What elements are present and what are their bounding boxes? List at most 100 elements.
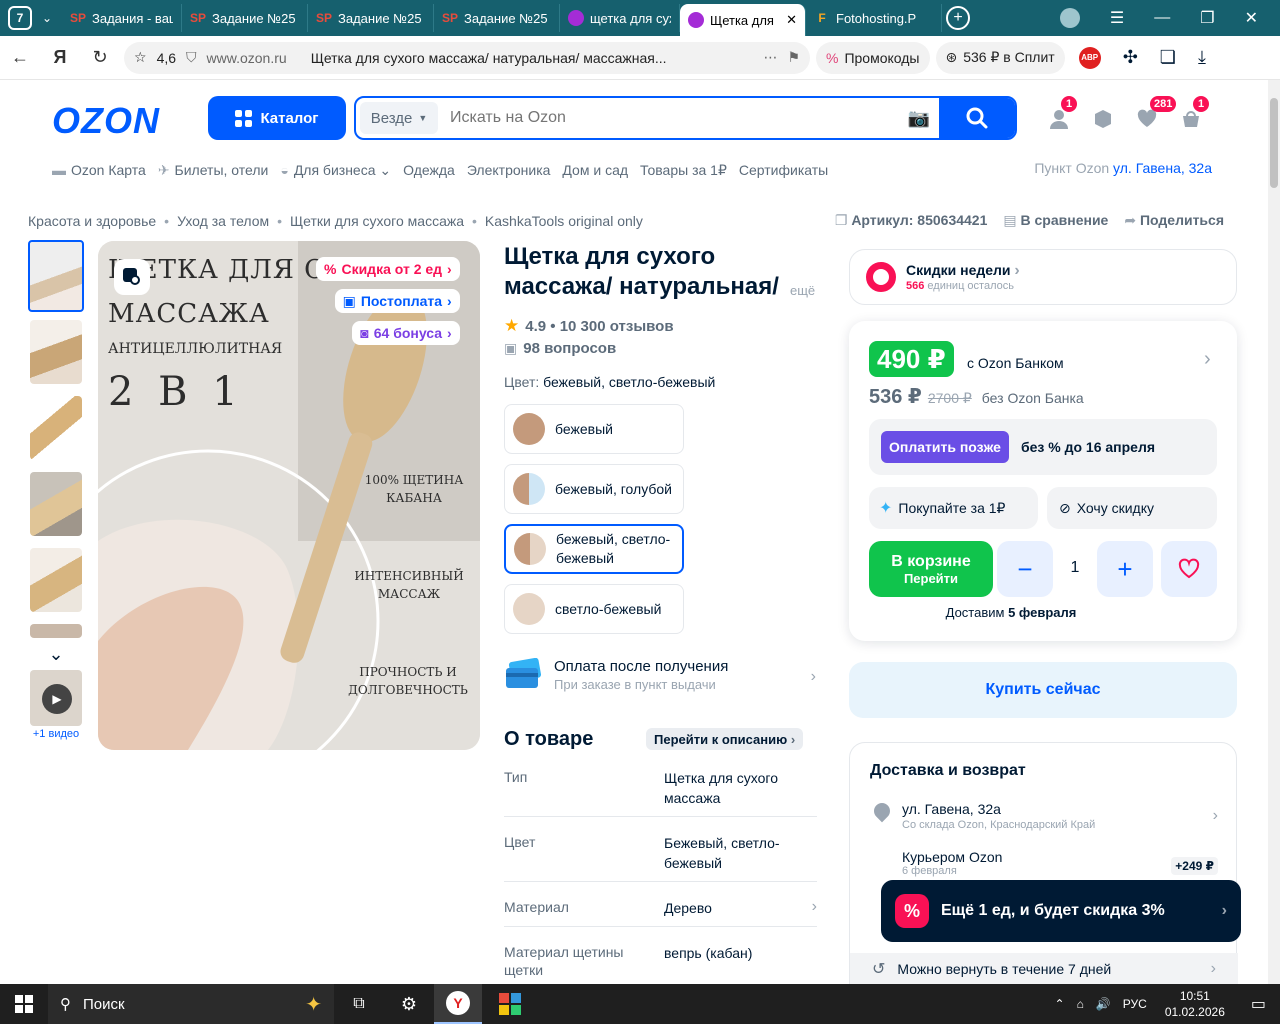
taskbar-search[interactable]: ⚲ Поиск ✦ xyxy=(48,984,334,1024)
bookmark-icon[interactable]: ⚑ xyxy=(787,49,800,66)
notifications-icon[interactable]: ▭ xyxy=(1251,994,1266,1014)
tabs-menu-chevron-icon[interactable]: ⌄ xyxy=(32,11,62,25)
breadcrumb-item[interactable]: Щетки для сухого массажа xyxy=(290,213,464,229)
network-icon[interactable]: ⌂ xyxy=(1077,997,1084,1011)
new-tab-button[interactable]: + xyxy=(946,6,970,30)
promo-codes-button[interactable]: % Промокоды xyxy=(816,41,930,74)
settings-gear-icon[interactable]: ⚙ xyxy=(384,994,434,1015)
nav-link[interactable]: ✈ Билеты, отели xyxy=(158,162,269,179)
input-language[interactable]: РУС xyxy=(1123,997,1147,1011)
return-row[interactable]: ↺ Можно вернуть в течение 7 дней › xyxy=(850,953,1238,985)
thumbnails-down-chevron-icon[interactable]: ⌄ xyxy=(28,644,84,670)
thumbnail[interactable] xyxy=(30,396,82,460)
color-option[interactable]: бежевый xyxy=(504,404,684,454)
color-option[interactable]: бежевый, голубой xyxy=(504,464,684,514)
video-thumbnail[interactable]: ▶ xyxy=(30,670,82,726)
scrollbar-thumb[interactable] xyxy=(1270,98,1278,188)
photos-app-icon[interactable] xyxy=(486,984,534,1024)
browser-tab[interactable]: Щетка для ✕ xyxy=(680,4,806,36)
pickup-address[interactable]: ул. Гавена, 32а xyxy=(1113,160,1212,176)
url-field[interactable]: ☆ 4,6 ⛉ www.ozon.ru Щетка для сухого мас… xyxy=(124,41,810,74)
page-scrollbar[interactable] xyxy=(1268,80,1280,984)
nav-link[interactable]: Сертификаты xyxy=(739,162,828,178)
windows-start-icon[interactable] xyxy=(0,995,48,1013)
task-view-icon[interactable]: ⧉ xyxy=(334,995,384,1013)
clock[interactable]: 10:51 01.02.2026 xyxy=(1165,988,1225,1020)
pay-later-button[interactable]: Оплатить позже xyxy=(881,431,1009,463)
yandex-icon[interactable]: Я xyxy=(40,38,80,78)
extensions-icon[interactable]: ✣ xyxy=(1123,47,1138,68)
week-deals-card[interactable]: Скидки недели › 566 единиц осталось xyxy=(849,249,1237,305)
profile-icon[interactable] xyxy=(1059,8,1080,28)
nav-link[interactable]: Товары за 1₽ xyxy=(640,162,727,179)
share-button[interactable]: ➦ Поделиться xyxy=(1124,212,1224,229)
pay-later-row[interactable]: Оплатить позже без % до 16 апреля xyxy=(869,419,1217,475)
ozon-logo[interactable]: OZON xyxy=(52,100,160,142)
buy-now-button[interactable]: Купить сейчас xyxy=(849,662,1237,718)
thumbnail[interactable] xyxy=(30,624,82,638)
buy-for-1-button[interactable]: ✦ Покупайте за 1₽ xyxy=(869,487,1038,529)
nav-link[interactable]: ◒ Для бизнеса ⌄ xyxy=(280,162,391,179)
image-badge[interactable]: ▣ Постоплата › xyxy=(334,289,460,313)
close-tab-icon[interactable]: ✕ xyxy=(786,12,797,28)
search-button[interactable] xyxy=(939,98,1015,138)
in-cart-button[interactable]: В корзине Перейти xyxy=(869,541,993,597)
reload-icon[interactable]: ↻ xyxy=(80,38,120,78)
orders-box-icon[interactable] xyxy=(1090,106,1116,132)
increase-qty-button[interactable]: + xyxy=(1097,541,1153,597)
main-product-image[interactable]: ЩЕТКА ДЛЯ СУХОГО МАССАЖА АНТИЦЕЛЛЮЛИТНАЯ… xyxy=(98,241,480,750)
adblock-icon[interactable]: ABP xyxy=(1078,46,1101,69)
search-input[interactable] xyxy=(442,109,899,127)
decrease-qty-button[interactable]: − xyxy=(997,541,1053,597)
nav-link[interactable]: Дом и сад xyxy=(562,162,628,178)
compare-button[interactable]: ▤ В сравнение xyxy=(1003,212,1108,229)
menu-icon[interactable]: ☰ xyxy=(1110,8,1124,28)
thumbnail[interactable] xyxy=(28,240,84,312)
browser-tab[interactable]: SP Задание №25 xyxy=(434,4,560,32)
nav-link[interactable]: ▬ Ozon Карта xyxy=(52,162,146,178)
thumbnail[interactable] xyxy=(30,472,82,536)
restore-icon[interactable]: ❐ xyxy=(1200,8,1214,28)
chevron-right-icon[interactable]: › xyxy=(812,898,817,918)
image-badge[interactable]: % Скидка от 2 ед › xyxy=(316,257,460,281)
catalog-button[interactable]: Каталог xyxy=(208,96,346,140)
favorite-button[interactable] xyxy=(1161,541,1217,597)
search-scope-select[interactable]: Везде ▼ xyxy=(360,102,438,134)
browser-tab[interactable]: щетка для сух xyxy=(560,4,680,32)
pickup-point[interactable]: Пункт Ozon ул. Гавена, 32а xyxy=(1034,160,1212,176)
image-search-icon[interactable] xyxy=(114,259,150,295)
nav-link[interactable]: Одежда xyxy=(403,162,455,178)
image-badge[interactable]: ◙ 64 бонуса › xyxy=(352,321,460,345)
volume-icon[interactable]: 🔊 xyxy=(1096,997,1111,1011)
download-icon[interactable]: ⤓ xyxy=(1198,47,1206,68)
tray-chevron-up-icon[interactable]: ⌃ xyxy=(1055,997,1065,1011)
browser-tab[interactable]: F Fotohosting.P xyxy=(806,4,942,32)
thumbnail[interactable] xyxy=(30,320,82,384)
breadcrumb-item[interactable]: KashkaTools original only xyxy=(485,213,643,229)
browser-tab[interactable]: SP Задание №25 xyxy=(182,4,308,32)
to-description-button[interactable]: Перейти к описанию › xyxy=(646,728,804,750)
chevron-right-icon[interactable]: › xyxy=(1204,348,1211,371)
more-icon[interactable]: ⋯ xyxy=(763,49,777,66)
collections-icon[interactable]: ❏ xyxy=(1160,47,1176,68)
discount-toast[interactable]: % Ещё 1 ед, и будет скидка 3% › xyxy=(881,880,1241,942)
browser-tab[interactable]: SP Задание №25 xyxy=(308,4,434,32)
courier-row[interactable]: Курьером Ozon 6 февраля +249 ₽ xyxy=(902,849,1218,881)
want-discount-button[interactable]: ⊘ Хочу скидку xyxy=(1047,487,1217,529)
color-option[interactable]: светло-бежевый xyxy=(504,584,684,634)
delivery-address-row[interactable]: ул. Гавена, 32а Со склада Ozon, Краснода… xyxy=(870,799,1218,835)
thumbnail[interactable] xyxy=(30,548,82,612)
article-number[interactable]: ❐ Артикул: 850634421 xyxy=(835,212,988,229)
title-more-link[interactable]: ещё xyxy=(790,283,815,298)
pay-after-receipt[interactable]: Оплата после получения При заказе в пунк… xyxy=(504,658,816,698)
questions-link[interactable]: ▣ 98 вопросов xyxy=(504,340,616,357)
rating[interactable]: ★ 4.9 • 10 300 отзывов xyxy=(504,316,674,336)
camera-icon[interactable]: 📷 xyxy=(899,108,939,129)
color-option[interactable]: бежевый, светло-бежевый xyxy=(504,524,684,574)
tab-counter[interactable]: 7 xyxy=(8,6,32,30)
back-icon[interactable]: ← xyxy=(0,38,40,78)
breadcrumb-item[interactable]: Красота и здоровье xyxy=(28,213,156,229)
minimize-icon[interactable]: — xyxy=(1154,9,1170,27)
browser-tab[interactable]: SP Задания - ваш xyxy=(62,4,182,32)
breadcrumb-item[interactable]: Уход за телом xyxy=(177,213,269,229)
